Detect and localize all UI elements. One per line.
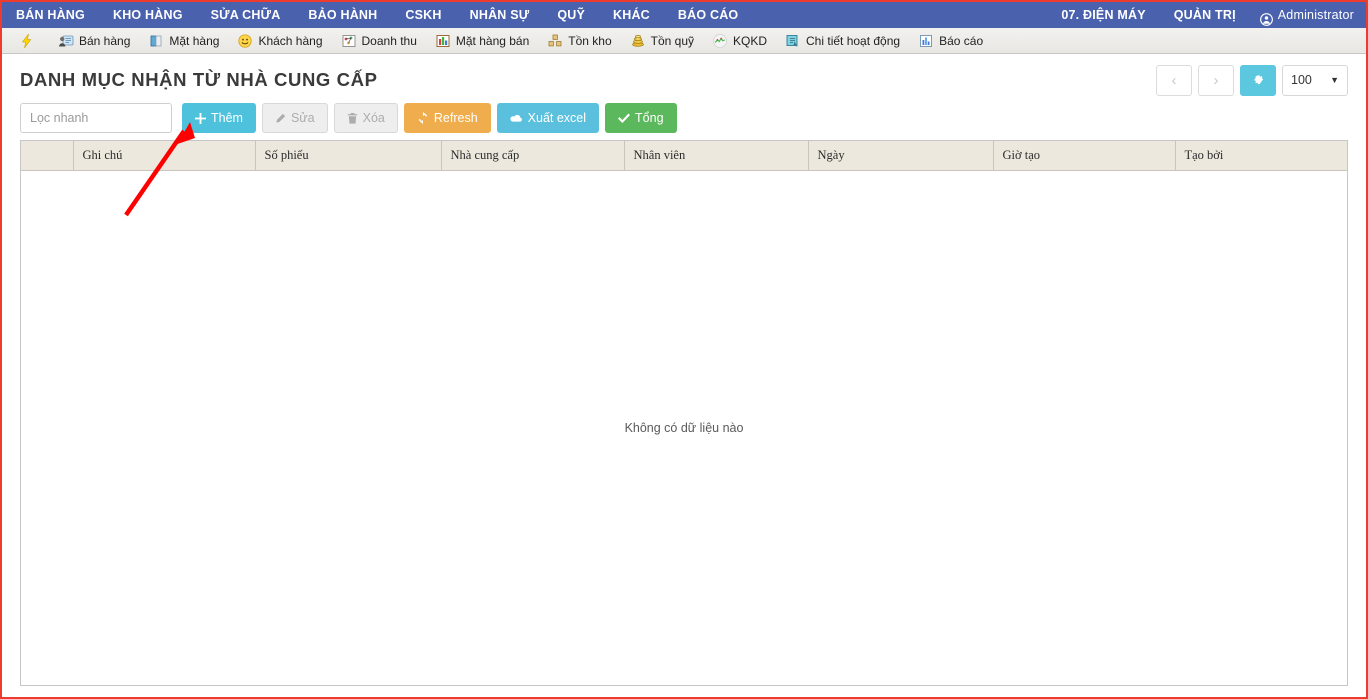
subbar-item-mat-hang[interactable]: Mặt hàng [139, 29, 228, 53]
refresh-button[interactable]: Refresh [403, 103, 491, 133]
subbar-item-shortcut[interactable] [10, 29, 49, 53]
subbar-item-khach-hang[interactable]: Khách hàng [228, 29, 331, 53]
nav-item-bao-hanh[interactable]: BẢO HÀNH [294, 2, 391, 28]
lightning-bolt-icon [19, 33, 35, 49]
export-excel-button-label: Xuất excel [527, 111, 587, 125]
data-grid-table: Ghi chú Số phiếu Nhà cung cấp Nhân viên … [21, 141, 1347, 171]
check-icon [618, 113, 631, 124]
nav-item-bao-cao[interactable]: BÁO CÁO [664, 2, 752, 28]
trash-icon [347, 112, 358, 124]
nav-item-ban-hang[interactable]: BÁN HÀNG [2, 2, 99, 28]
activity-detail-icon [785, 33, 801, 49]
customer-smiley-icon [237, 33, 253, 49]
page-title: DANH MỤC NHẬN TỪ NHÀ CUNG CẤP [20, 69, 378, 90]
settings-button[interactable] [1240, 64, 1276, 96]
user-circle-icon [1259, 9, 1273, 26]
page-header: DANH MỤC NHẬN TỪ NHÀ CUNG CẤP ‹ › 100 ▼ [2, 54, 1366, 100]
action-toolbar: Thêm Sửa Xóa Refresh Xuất excel Tổng [2, 100, 1366, 136]
subbar-item-bao-cao[interactable]: Báo cáo [909, 29, 992, 53]
chevron-right-icon: › [1213, 71, 1219, 89]
nav-item-cskh[interactable]: CSKH [391, 2, 455, 28]
edit-button-label: Sửa [290, 111, 315, 125]
column-header-nhan-vien[interactable]: Nhân viên [624, 141, 809, 171]
coins-stack-icon [630, 33, 646, 49]
next-page-button[interactable]: › [1198, 64, 1234, 96]
column-header-gio-tao[interactable]: Giờ tạo [993, 141, 1176, 171]
data-grid-header: Ghi chú Số phiếu Nhà cung cấp Nhân viên … [21, 141, 1347, 171]
subbar-item-ban-hang[interactable]: Bán hàng [49, 29, 139, 53]
column-header-so-phieu[interactable]: Số phiếu [255, 141, 442, 171]
subbar-item-doanh-thu[interactable]: Doanh thu [332, 29, 426, 53]
secondary-toolbar: Bán hàng Mặt hàng Khách hàng Doanh thu M… [2, 28, 1366, 54]
nav-item-nhan-su[interactable]: NHÂN SỰ [456, 2, 544, 28]
data-grid: Ghi chú Số phiếu Nhà cung cấp Nhân viên … [20, 140, 1348, 686]
revenue-chart-icon [341, 33, 357, 49]
nav-item-branch[interactable]: 07. ĐIỆN MÁY [1047, 2, 1159, 28]
subbar-label-ton-kho: Tồn kho [568, 33, 612, 48]
inventory-boxes-icon [547, 33, 563, 49]
pencil-icon [275, 113, 286, 124]
edit-button: Sửa [261, 103, 328, 133]
subbar-label-mat-hang-ban: Mặt hàng bán [455, 33, 530, 48]
page-size-select[interactable]: 100 ▼ [1282, 64, 1348, 96]
nav-right-group: 07. ĐIỆN MÁY QUẢN TRỊ Administrator [1047, 2, 1366, 28]
subbar-label-mat-hang: Mặt hàng [169, 33, 220, 48]
export-excel-button[interactable]: Xuất excel [496, 103, 600, 133]
page-size-value: 100 [1291, 73, 1312, 87]
plus-icon [195, 112, 206, 124]
report-icon [918, 33, 934, 49]
nav-item-user[interactable]: Administrator [1250, 2, 1366, 28]
column-header-ngay[interactable]: Ngày [808, 141, 994, 171]
delete-button-label: Xóa [362, 111, 385, 125]
subbar-item-kqkd[interactable]: KQKD [703, 29, 776, 53]
nav-item-kho-hang[interactable]: KHO HÀNG [99, 2, 197, 28]
column-header-nha-cung-cap[interactable]: Nhà cung cấp [441, 141, 625, 171]
add-button[interactable]: Thêm [182, 103, 256, 133]
nav-item-quy[interactable]: QUỸ [543, 2, 599, 28]
empty-state-message: Không có dữ liệu nào [624, 420, 744, 435]
subbar-label-kqkd: KQKD [733, 33, 768, 48]
nav-item-quan-tri[interactable]: QUẢN TRỊ [1160, 2, 1250, 28]
subbar-label-doanh-thu: Doanh thu [361, 33, 417, 48]
column-header-ghi-chu[interactable]: Ghi chú [73, 141, 256, 171]
gear-icon [1251, 71, 1265, 90]
subbar-item-ton-kho[interactable]: Tồn kho [538, 29, 620, 53]
chevron-down-icon: ▼ [1330, 75, 1339, 85]
product-box-icon [148, 33, 164, 49]
refresh-button-label: Refresh [433, 111, 478, 125]
nav-user-label: Administrator [1277, 8, 1354, 22]
refresh-icon [417, 112, 429, 124]
subbar-label-khach-hang: Khách hàng [258, 33, 323, 48]
top-navigation-bar: BÁN HÀNG KHO HÀNG SỬA CHỮA BẢO HÀNH CSKH… [2, 2, 1366, 28]
nav-item-sua-chua[interactable]: SỬA CHỮA [197, 2, 295, 28]
bar-chart-icon [435, 33, 451, 49]
add-button-label: Thêm [211, 111, 243, 125]
delete-button: Xóa [333, 103, 398, 133]
page-header-controls: ‹ › 100 ▼ [1156, 64, 1348, 96]
total-button-label: Tổng [635, 111, 664, 125]
subbar-item-mat-hang-ban[interactable]: Mặt hàng bán [426, 29, 538, 53]
data-grid-body: Không có dữ liệu nào [21, 170, 1347, 685]
total-button[interactable]: Tổng [605, 103, 677, 133]
header-row: Ghi chú Số phiếu Nhà cung cấp Nhân viên … [21, 141, 1347, 171]
cloud-icon [510, 113, 523, 124]
subbar-label-ton-quy: Tồn quỹ [650, 33, 694, 48]
column-header-tao-boi[interactable]: Tạo bởi [1175, 141, 1347, 171]
subbar-item-chi-tiet-hoat-dong[interactable]: Chi tiết hoạt động [776, 29, 909, 53]
chevron-left-icon: ‹ [1171, 71, 1177, 89]
subbar-label-chi-tiet-hoat-dong: Chi tiết hoạt động [806, 33, 901, 48]
subbar-item-ton-quy[interactable]: Tồn quỹ [621, 29, 703, 53]
prev-page-button[interactable]: ‹ [1156, 64, 1192, 96]
column-header-select[interactable] [21, 141, 74, 171]
line-chart-icon [712, 33, 728, 49]
subbar-label-ban-hang: Bán hàng [79, 33, 131, 48]
subbar-label-bao-cao: Báo cáo [939, 33, 984, 48]
nav-item-khac[interactable]: KHÁC [599, 2, 664, 28]
quick-filter-input[interactable] [20, 103, 172, 133]
sales-person-icon [58, 33, 74, 49]
